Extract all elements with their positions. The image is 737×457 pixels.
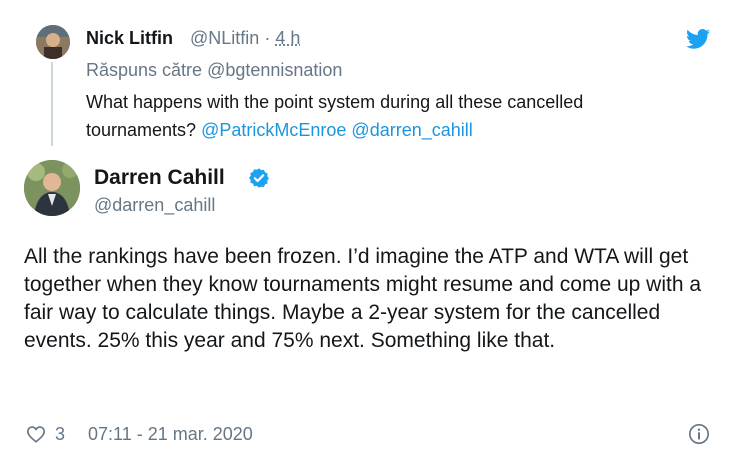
reply-author-name[interactable]: Nick Litfin: [86, 28, 173, 49]
reply-author-meta[interactable]: @NLitfin · 4 h: [190, 28, 300, 49]
replying-to-label: Răspuns către: [86, 60, 203, 80]
heart-icon[interactable]: [26, 425, 46, 443]
main-author-handle[interactable]: @darren_cahill: [94, 195, 215, 216]
mention-patrickmcenroe[interactable]: @PatrickMcEnroe: [201, 120, 346, 140]
reply-author-handle[interactable]: @NLitfin: [190, 28, 259, 48]
main-author-name[interactable]: Darren Cahill: [94, 166, 225, 190]
verified-badge-icon: [249, 168, 269, 188]
replying-to: Răspuns către @bgtennisnation: [86, 60, 342, 81]
replying-to-handle[interactable]: @bgtennisnation: [207, 60, 342, 80]
info-icon[interactable]: [688, 423, 710, 445]
time-separator: ·: [264, 28, 271, 48]
main-tweet-text: All the rankings have been frozen. I’d i…: [24, 245, 702, 352]
mention-darren-cahill[interactable]: @darren_cahill: [351, 120, 472, 140]
reply-time[interactable]: 4 h: [275, 28, 300, 48]
thread-line: [51, 62, 53, 146]
twitter-bird-icon[interactable]: [686, 29, 710, 49]
tweet-timestamp[interactable]: 07:11 - 21 mar. 2020: [88, 424, 253, 445]
like-count[interactable]: 3: [55, 424, 65, 445]
main-author-avatar[interactable]: [24, 160, 80, 216]
reply-author-avatar[interactable]: [36, 25, 70, 59]
reply-tweet-text: What happens with the point system durin…: [86, 88, 686, 144]
